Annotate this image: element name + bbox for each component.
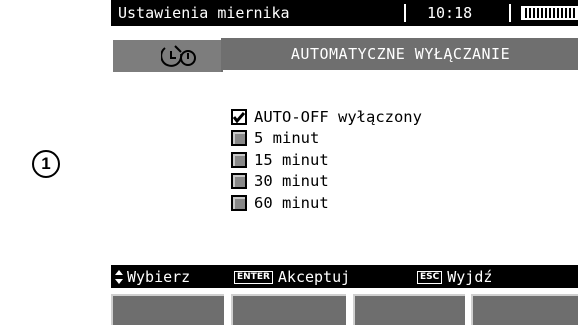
checkbox[interactable]	[231, 151, 247, 168]
function-keys	[111, 294, 578, 325]
option-label: 5 minut	[254, 129, 320, 148]
checkbox[interactable]	[231, 130, 247, 147]
checkmark-icon	[233, 111, 245, 123]
checkbox[interactable]	[231, 194, 247, 211]
option-label: 30 minut	[254, 172, 329, 191]
checkbox-checked[interactable]	[231, 108, 247, 125]
status-bar: Ustawienia miernika 10:18	[111, 0, 578, 26]
meter-screen: Ustawienia miernika 10:18 AUTOMATYCZNE W…	[111, 0, 578, 325]
header-tab	[111, 38, 221, 72]
option-label: 15 minut	[254, 150, 329, 169]
battery-icon	[521, 6, 578, 20]
up-down-arrows-icon	[115, 269, 123, 285]
hint-exit: ESC Wyjdź	[417, 268, 492, 286]
hint-select-label: Wybierz	[127, 268, 191, 286]
function-key-2[interactable]	[231, 294, 346, 325]
auto-off-timer-icon	[161, 45, 196, 67]
checkbox[interactable]	[231, 173, 247, 190]
status-title: Ustawienia miernika	[118, 4, 290, 22]
option-5-min[interactable]: 5 minut	[231, 128, 422, 150]
option-15-min[interactable]: 15 minut	[231, 149, 422, 171]
status-divider	[404, 4, 406, 22]
hint-accept: ENTER Akceptuj	[234, 268, 350, 286]
section-header: AUTOMATYCZNE WYŁĄCZANIE	[111, 38, 578, 72]
enter-key-icon: ENTER	[234, 270, 273, 284]
option-30-min[interactable]: 30 minut	[231, 171, 422, 193]
option-label: AUTO-OFF wyłączony	[254, 107, 422, 126]
clock-time: 10:18	[427, 4, 473, 22]
auto-off-options: AUTO-OFF wyłączony 5 minut 15 minut 30 m…	[231, 106, 422, 214]
option-auto-off-disabled[interactable]: AUTO-OFF wyłączony	[231, 106, 422, 128]
option-60-min[interactable]: 60 minut	[231, 192, 422, 214]
function-key-3[interactable]	[353, 294, 465, 325]
hint-select: Wybierz	[115, 268, 190, 286]
status-divider	[509, 4, 511, 22]
page-title: AUTOMATYCZNE WYŁĄCZANIE	[223, 38, 578, 72]
function-key-4[interactable]	[471, 294, 578, 325]
function-key-1[interactable]	[111, 294, 224, 325]
option-label: 60 minut	[254, 193, 329, 212]
hint-accept-label: Akceptuj	[277, 268, 351, 286]
footer-hints: Wybierz ENTER Akceptuj ESC Wyjdź	[111, 265, 578, 288]
step-number-marker: 1	[32, 150, 60, 178]
hint-exit-label: Wyjdź	[447, 268, 493, 286]
esc-key-icon: ESC	[417, 270, 443, 284]
